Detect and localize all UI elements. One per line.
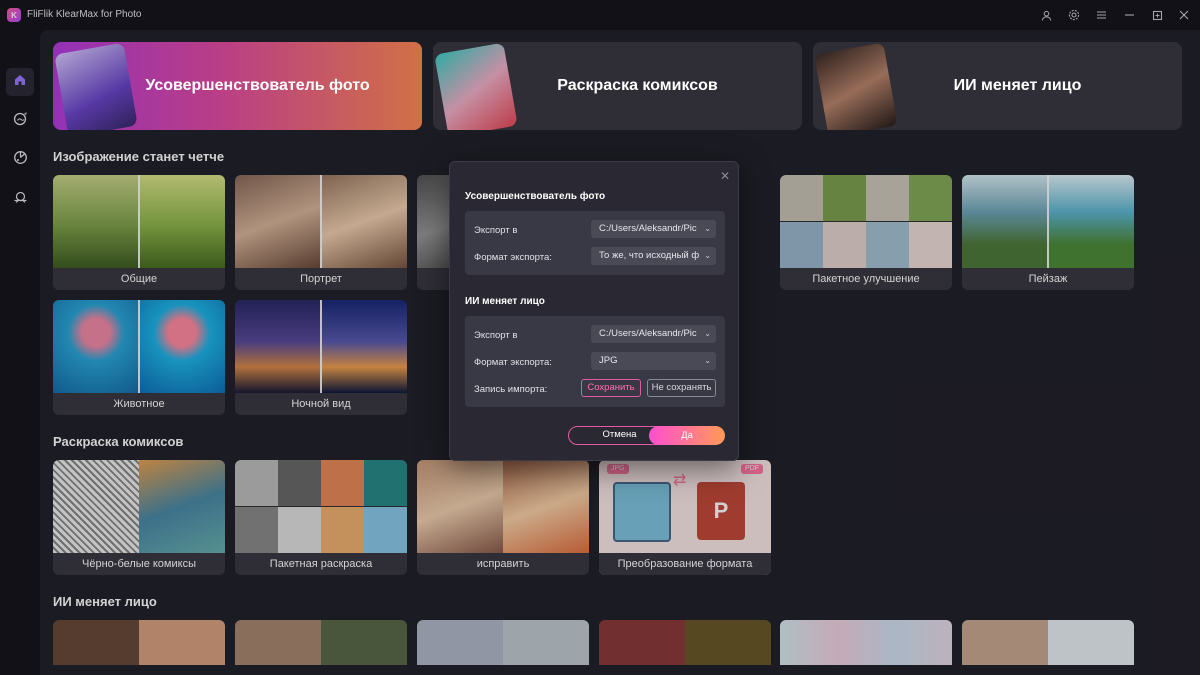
export-to-label: Экспорт в [474, 330, 518, 341]
dont-save-record-button[interactable]: Не сохранять [647, 379, 716, 397]
export-format-label: Формат экспорта: [474, 357, 552, 368]
export-path-value: C:/Users/Aleksandr/Pic [599, 328, 697, 339]
export-format-value: JPG [599, 355, 618, 366]
export-to-label: Экспорт в [474, 225, 518, 236]
export-path-value: C:/Users/Aleksandr/Pic [599, 223, 697, 234]
chevron-down-icon: ⌄ [704, 251, 711, 260]
import-record-label: Запись импорта: [474, 384, 548, 395]
banner-label: ИИ меняет лицо [953, 77, 1082, 94]
export-format-label: Формат экспорта: [474, 252, 552, 263]
dialog-close-icon[interactable]: ✕ [720, 169, 730, 183]
export-format-select[interactable]: JPG ⌄ [591, 352, 716, 370]
ok-button[interactable]: Да [649, 426, 725, 445]
banner-label: Усовершенствователь фото [145, 77, 370, 94]
enhancer-settings-box: Экспорт в C:/Users/Aleksandr/Pic ⌄ Форма… [465, 211, 725, 275]
export-path-select[interactable]: C:/Users/Aleksandr/Pic ⌄ [591, 220, 716, 238]
export-format-select[interactable]: То же, что исходный ф ⌄ [591, 247, 716, 265]
export-settings-dialog: ✕ Усовершенствователь фото Экспорт в C:/… [449, 161, 739, 461]
dialog-section-title: ИИ меняет лицо [465, 296, 545, 307]
banner-label: Раскраска комиксов [557, 77, 718, 94]
chevron-down-icon: ⌄ [704, 356, 711, 365]
save-record-button[interactable]: Сохранить [581, 379, 641, 397]
chevron-down-icon: ⌄ [704, 224, 711, 233]
export-path-select[interactable]: C:/Users/Aleksandr/Pic ⌄ [591, 325, 716, 343]
export-format-value: То же, что исходный ф [599, 250, 700, 261]
dialog-section-title: Усовершенствователь фото [465, 191, 606, 202]
chevron-down-icon: ⌄ [704, 329, 711, 338]
face-swap-settings-box: Экспорт в C:/Users/Aleksandr/Pic ⌄ Форма… [465, 316, 725, 407]
